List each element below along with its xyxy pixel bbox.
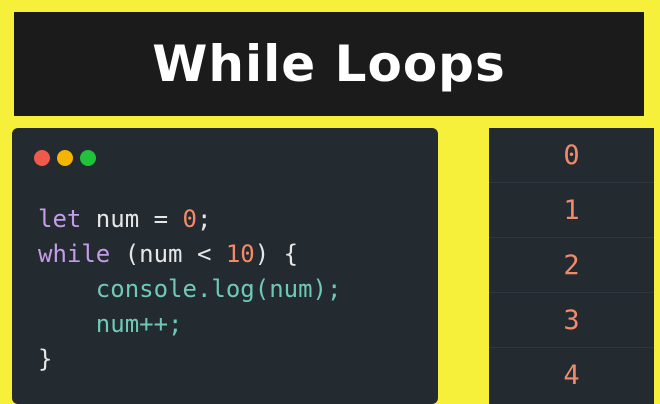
code-block: let num = 0; while (num < 10) { console.l… bbox=[38, 202, 341, 377]
code-line-5: } bbox=[38, 342, 341, 377]
code-line-3: console.log(num); bbox=[38, 272, 342, 307]
code-text: (num < bbox=[110, 240, 226, 268]
code-text: num = bbox=[81, 205, 183, 233]
title-bar: While Loops bbox=[14, 12, 644, 116]
page-title: While Loops bbox=[152, 35, 506, 93]
close-dot-icon bbox=[34, 150, 50, 166]
maximize-dot-icon bbox=[80, 150, 96, 166]
code-text: } bbox=[38, 345, 53, 373]
code-number: 10 bbox=[225, 240, 255, 268]
console-output: 0 1 2 3 4 bbox=[489, 128, 654, 404]
code-keyword: let bbox=[38, 205, 82, 233]
code-line-2: while (num < 10) { bbox=[38, 237, 341, 272]
output-row: 3 bbox=[489, 293, 654, 348]
code-keyword: while bbox=[38, 240, 111, 268]
window-controls bbox=[34, 150, 96, 166]
code-text: ) { bbox=[254, 240, 299, 268]
code-call: num++; bbox=[95, 310, 183, 338]
code-editor: let num = 0; while (num < 10) { console.l… bbox=[12, 128, 438, 404]
output-row: 1 bbox=[489, 183, 654, 238]
output-row: 2 bbox=[489, 238, 654, 293]
output-row: 0 bbox=[489, 128, 654, 183]
output-row: 4 bbox=[563, 360, 580, 391]
code-call: console.log(num); bbox=[95, 275, 342, 303]
code-line-1: let num = 0; bbox=[38, 202, 341, 237]
code-text: ; bbox=[196, 205, 212, 233]
code-number: 0 bbox=[182, 205, 197, 233]
minimize-dot-icon bbox=[57, 150, 73, 166]
code-line-4: num++; bbox=[38, 307, 341, 342]
